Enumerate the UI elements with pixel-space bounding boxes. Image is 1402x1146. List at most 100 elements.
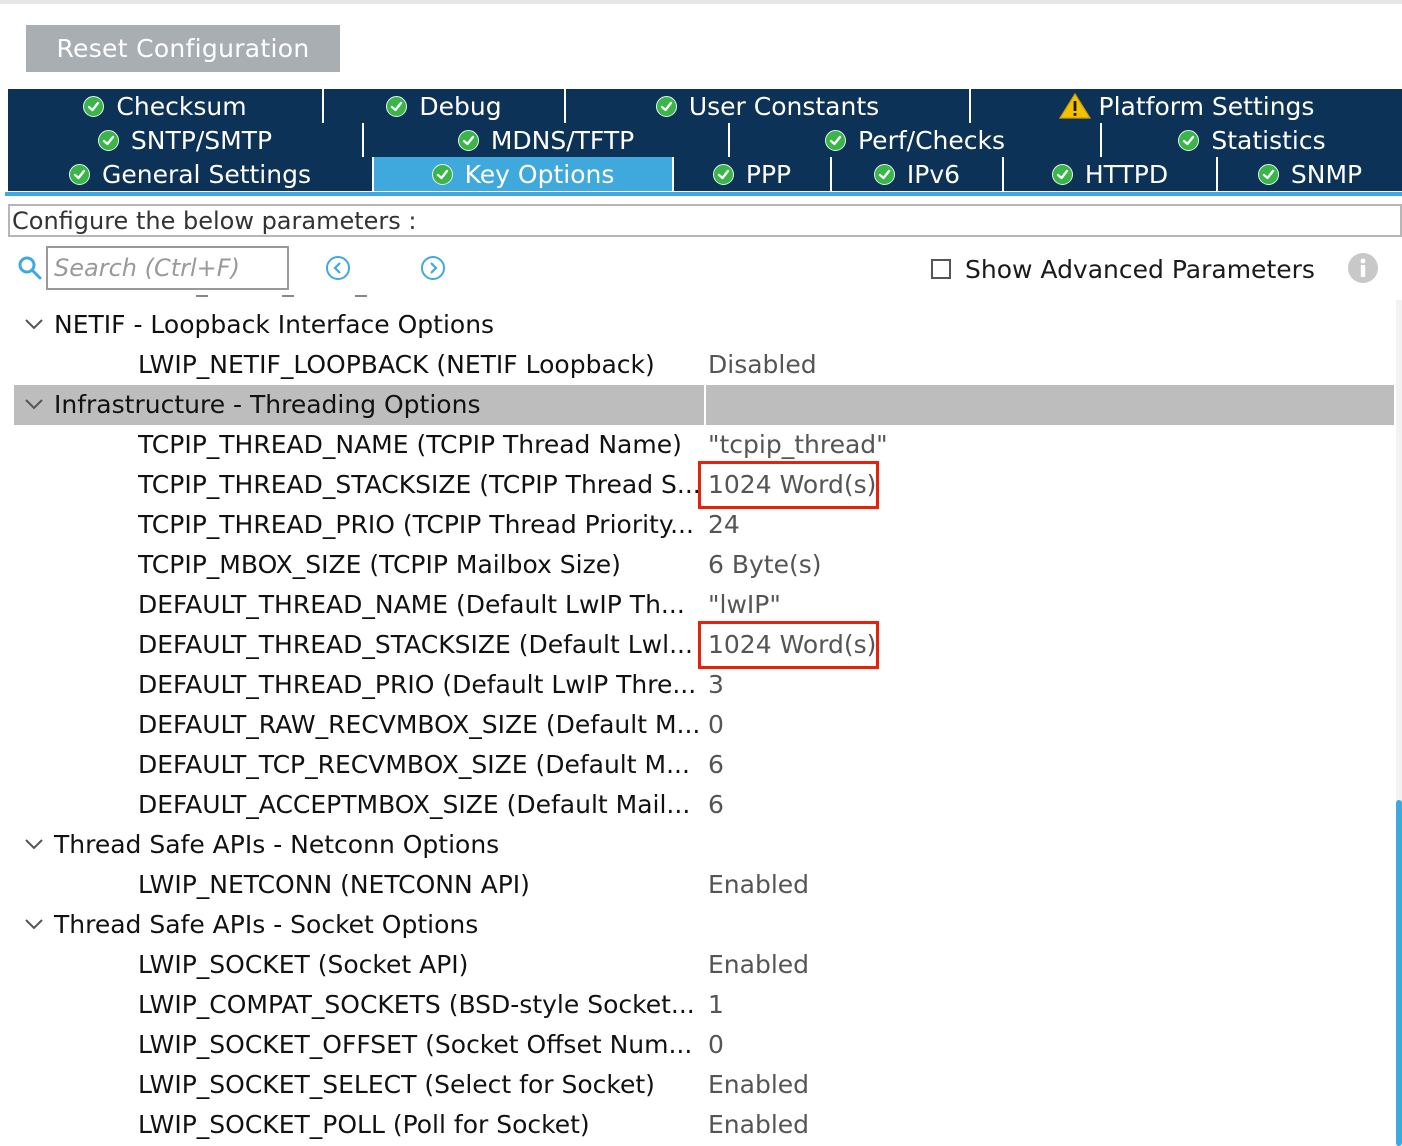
chevron-down-icon[interactable]	[24, 397, 44, 411]
parameter-row[interactable]: LWIP_SOCKET_SELECT (Select for Socket) En…	[14, 1065, 1394, 1105]
tab-platform-settings[interactable]: Platform Settings	[971, 89, 1402, 123]
parameter-name: LWIP_NETIF_LOOPBACK (NETIF Loopback)	[138, 350, 655, 379]
tab-label: Perf/Checks	[858, 125, 1005, 155]
tab-httpd[interactable]: HTTPD	[1004, 157, 1218, 191]
tab-statistics[interactable]: Statistics	[1102, 123, 1402, 157]
parameter-row[interactable]: TCPIP_MBOX_SIZE (TCPIP Mailbox Size) 6 By…	[14, 545, 1394, 585]
parameter-value[interactable]: 1	[708, 985, 724, 1025]
parameter-row[interactable]: TCPIP_THREAD_NAME (TCPIP Thread Name) "tc…	[14, 425, 1394, 465]
tab-perf-checks[interactable]: Perf/Checks	[730, 123, 1102, 157]
parameter-row[interactable]: DEFAULT_RAW_RECVMBOX_SIZE (Default M... 0	[14, 705, 1394, 745]
tree-group-row[interactable]: NETIF - Loopback Interface Options	[14, 305, 1394, 345]
scrollbar-thumb[interactable]	[1396, 800, 1402, 1146]
check-ok-icon	[457, 129, 479, 151]
parameter-name: LWIP_SOCKET_SELECT (Select for Socket)	[138, 1070, 655, 1099]
parameter-value[interactable]: Enabled	[708, 865, 809, 905]
parameter-value[interactable]: Enabled	[708, 945, 809, 985]
check-ok-icon	[83, 95, 105, 117]
parameter-row[interactable]: LWIP_COMPAT_SOCKETS (BSD-style Socket...…	[14, 985, 1394, 1025]
parameter-row[interactable]: TCPIP_THREAD_PRIO (TCPIP Thread Priority…	[14, 505, 1394, 545]
tab-label: User Constants	[688, 91, 880, 121]
parameter-value[interactable]: 0	[708, 1025, 724, 1065]
parameter-row[interactable]: DEFAULT_TCP_RECVMBOX_SIZE (Default M... 6	[14, 745, 1394, 785]
parameter-value[interactable]: Enabled	[708, 1065, 809, 1105]
tab-general-settings[interactable]: General Settings	[8, 157, 374, 191]
parameter-value[interactable]: "lwIP"	[708, 585, 781, 625]
column-separator	[704, 385, 706, 425]
parameter-name: LWIP_COMPAT_SOCKETS (BSD-style Socket...	[138, 990, 695, 1019]
chevron-down-icon[interactable]	[24, 917, 44, 931]
group-title: Infrastructure - Threading Options	[54, 390, 481, 419]
tab-user-constants[interactable]: User Constants	[566, 89, 971, 123]
tree-group-row[interactable]: Thread Safe APIs - Netconn Options	[14, 825, 1394, 865]
next-match-icon[interactable]	[420, 255, 446, 281]
parameter-row[interactable]: LWIP_SOCKET_POLL (Poll for Socket) Enable…	[14, 1105, 1394, 1145]
check-ok-icon	[873, 163, 895, 185]
search-input[interactable]	[46, 246, 289, 290]
parameter-value[interactable]: Enabled	[708, 1105, 809, 1145]
search-icon[interactable]	[17, 255, 43, 281]
parameter-row[interactable]: DEFAULT_ACCEPTMBOX_SIZE (Default Mail...…	[14, 785, 1394, 825]
chevron-down-icon[interactable]	[24, 317, 44, 331]
parameter-value[interactable]: 6 Byte(s)	[708, 545, 822, 585]
parameter-row[interactable]: LWIP_NETCONN (NETCONN API) Enabled	[14, 865, 1394, 905]
tab-row-2: SNTP/SMTP MDNS/TFTP Perf/Checks Statistics	[8, 123, 1402, 157]
highlight-box	[698, 621, 879, 669]
group-title: NETIF - Loopback Interface Options	[54, 310, 495, 339]
tab-row-3: General Settings Key Options PPP IPv6 HTTPD S…	[8, 157, 1402, 191]
parameter-row[interactable]: DEFAULT_THREAD_NAME (Default LwIP Th... "…	[14, 585, 1394, 625]
check-ok-icon	[825, 129, 846, 151]
parameter-name: DEFAULT_ACCEPTMBOX_SIZE (Default Mail...	[138, 790, 691, 819]
parameter-name: LWIP_SOCKET (Socket API)	[138, 950, 469, 979]
parameter-row[interactable]: LWIP_SOCKET_OFFSET (Socket Offset Num...…	[14, 1025, 1394, 1065]
warning-icon	[1058, 93, 1091, 119]
tab-label: HTTPD	[1084, 159, 1169, 189]
info-icon[interactable]	[1347, 252, 1379, 284]
tab-label: Key Options	[464, 159, 615, 189]
parameter-name: DEFAULT_THREAD_PRIO (Default LwIP Thre..…	[138, 670, 697, 699]
tree-group-row[interactable]: Infrastructure - Threading Options	[14, 385, 1394, 425]
check-ok-icon	[386, 95, 408, 117]
reset-configuration-button[interactable]: Reset Configuration	[26, 25, 340, 72]
check-ok-icon	[1051, 163, 1073, 185]
parameter-value[interactable]: Disabled	[708, 345, 817, 385]
checkbox-icon[interactable]	[931, 259, 951, 279]
parameter-name: TCPIP_THREAD_STACKSIZE (TCPIP Thread S..…	[138, 470, 701, 499]
parameter-value[interactable]: 0	[708, 705, 724, 745]
parameter-value[interactable]: 6	[708, 785, 724, 825]
tab-label: General Settings	[101, 159, 311, 189]
tab-checksum[interactable]: Checksum	[8, 89, 324, 123]
check-ok-icon	[431, 163, 453, 185]
tab-snmp[interactable]: SNMP	[1218, 157, 1402, 191]
previous-match-icon[interactable]	[325, 255, 351, 281]
parameter-value[interactable]: "tcpip_thread"	[708, 425, 888, 465]
tab-mdns-tftp[interactable]: MDNS/TFTP	[364, 123, 730, 157]
highlight-box	[698, 461, 879, 509]
check-ok-icon	[1178, 129, 1200, 151]
parameter-value[interactable]: 3	[708, 665, 724, 705]
tab-ppp[interactable]: PPP	[674, 157, 832, 191]
tab-key-options[interactable]: Key Options	[374, 157, 674, 191]
parameter-name: TCPIP_THREAD_PRIO (TCPIP Thread Priority…	[138, 510, 694, 539]
chevron-down-icon[interactable]	[24, 837, 44, 851]
parameter-name: TCPIP_THREAD_NAME (TCPIP Thread Name)	[138, 430, 682, 459]
active-tab-underline	[5, 192, 1402, 196]
group-title: Thread Safe APIs - Socket Options	[54, 910, 479, 939]
tree-group-row[interactable]: Thread Safe APIs - Socket Options	[14, 905, 1394, 945]
tab-label: PPP	[745, 159, 792, 189]
parameter-value[interactable]: 24	[708, 505, 740, 545]
tab-label: SNTP/SMTP	[130, 125, 273, 155]
parameter-value[interactable]: 6	[708, 745, 724, 785]
tab-row-1: Checksum Debug User Constants Platform Sett…	[8, 89, 1402, 123]
tab-debug[interactable]: Debug	[324, 89, 566, 123]
parameter-name: DEFAULT_THREAD_NAME (Default LwIP Th...	[138, 590, 685, 619]
parameter-row[interactable]: DEFAULT_THREAD_PRIO (Default LwIP Thre..…	[14, 665, 1394, 705]
show-advanced-parameters-toggle[interactable]: Show Advanced Parameters	[931, 254, 1315, 284]
parameter-row[interactable]: LWIP_NETIF_LOOPBACK (NETIF Loopback) Disa…	[14, 345, 1394, 385]
tab-ipv6[interactable]: IPv6	[832, 157, 1004, 191]
tab-sntp-smtp[interactable]: SNTP/SMTP	[8, 123, 364, 157]
parameter-row[interactable]: LWIP_SOCKET (Socket API) Enabled	[14, 945, 1394, 985]
category-tabs: Checksum Debug User Constants Platform Sett…	[8, 89, 1402, 195]
parameters-description: Configure the below parameters :	[8, 204, 1402, 237]
parameter-name: LWIP_SOCKET_OFFSET (Socket Offset Num...	[138, 1030, 693, 1059]
